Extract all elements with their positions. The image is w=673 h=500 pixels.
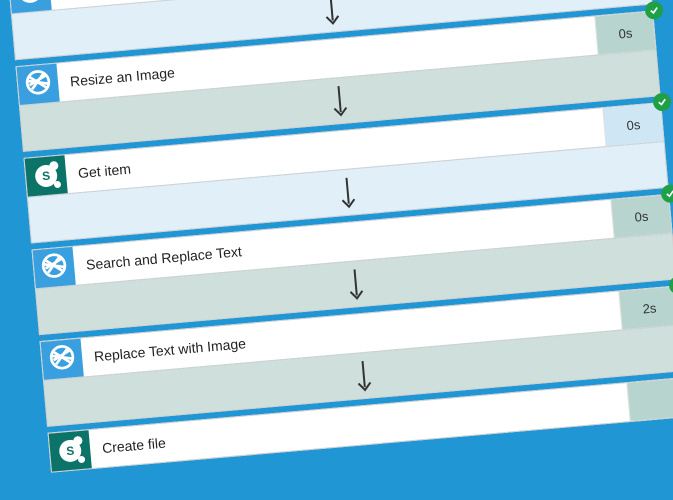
encodian-icon <box>48 343 77 376</box>
sharepoint-icon: S <box>34 164 58 188</box>
step-duration: 0s <box>602 103 663 146</box>
flow-canvas: Step 0s Resize an Image 0s <box>0 0 673 481</box>
step-duration: 2s <box>618 286 673 329</box>
encodian-icon <box>40 251 69 284</box>
arrow-down-icon <box>345 266 366 301</box>
encodian-icon <box>16 0 45 9</box>
encodian-icon <box>24 68 53 101</box>
step-duration: 0s <box>610 195 671 238</box>
step-duration: 0s <box>594 12 655 55</box>
arrow-down-icon <box>329 83 350 118</box>
connector-icon <box>41 339 84 380</box>
connector-icon: S <box>25 155 68 196</box>
arrow-down-icon <box>321 0 342 27</box>
arrow-down-icon <box>353 358 374 393</box>
arrow-down-icon <box>337 175 358 210</box>
step-duration <box>626 378 673 421</box>
status-success-icon <box>644 1 664 21</box>
connector-icon <box>33 247 76 288</box>
connector-icon <box>17 64 60 105</box>
status-success-icon <box>652 92 672 112</box>
connector-icon: S <box>49 430 92 471</box>
sharepoint-icon: S <box>58 439 82 463</box>
